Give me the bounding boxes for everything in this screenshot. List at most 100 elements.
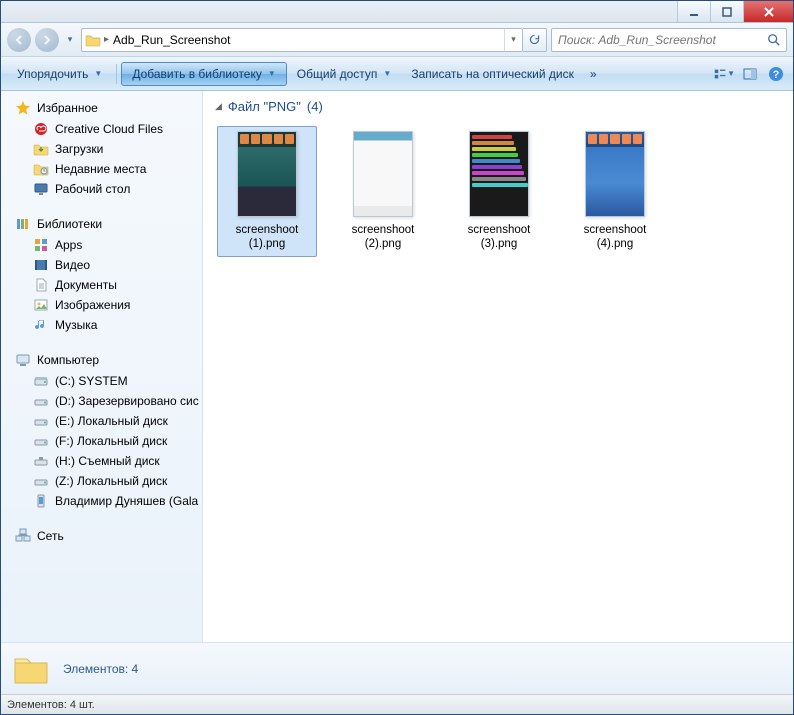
details-text: Элементов: 4	[63, 662, 138, 676]
recent-icon	[33, 161, 49, 177]
title-bar	[1, 1, 793, 23]
drive-usb-icon	[33, 453, 49, 469]
apps-icon	[33, 237, 49, 253]
computer-label: Компьютер	[37, 353, 99, 367]
burn-label: Записать на оптический диск	[411, 67, 574, 81]
search-box[interactable]	[551, 28, 787, 52]
refresh-button[interactable]	[523, 28, 547, 52]
separator	[116, 64, 117, 84]
sidebar-item-comp-3[interactable]: (F:) Локальный диск	[1, 431, 202, 451]
libraries-header[interactable]: Библиотеки	[1, 213, 202, 235]
drive-icon	[33, 393, 49, 409]
breadcrumb-current[interactable]: Adb_Run_Screenshot	[109, 33, 504, 47]
help-icon: ?	[768, 66, 784, 82]
burn-button[interactable]: Записать на оптический диск	[401, 62, 584, 86]
network-header[interactable]: Сеть	[1, 525, 202, 547]
drive-icon	[33, 473, 49, 489]
file-item-0[interactable]: screenshoot (1).png	[217, 126, 317, 257]
address-dropdown[interactable]: ▾	[504, 29, 522, 51]
sidebar-item-label: Владимир Дуняшев (Gala	[55, 494, 198, 508]
sidebar-item-label: (Z:) Локальный диск	[55, 474, 167, 488]
sidebar-item-comp-1[interactable]: (D:) Зарезервировано сис	[1, 391, 202, 411]
share-button[interactable]: Общий доступ▼	[287, 62, 402, 86]
collapse-icon: ◢	[215, 101, 222, 112]
include-library-button[interactable]: Добавить в библиотеку▼	[121, 62, 286, 86]
organize-button[interactable]: Упорядочить▼	[7, 62, 112, 86]
address-bar[interactable]: ▸ Adb_Run_Screenshot ▾	[81, 28, 523, 52]
computer-header[interactable]: Компьютер	[1, 349, 202, 371]
sidebar-item-lib-1[interactable]: Видео	[1, 255, 202, 275]
sidebar-item-comp-0[interactable]: (C:) SYSTEM	[1, 371, 202, 391]
search-input[interactable]	[552, 33, 762, 47]
close-button[interactable]	[743, 1, 793, 22]
sidebar-item-fav-2[interactable]: Недавние места	[1, 159, 202, 179]
file-name: screenshoot (4).png	[570, 223, 660, 252]
sidebar-item-lib-0[interactable]: Apps	[1, 235, 202, 255]
back-button[interactable]	[7, 28, 31, 52]
libraries-icon	[15, 216, 31, 232]
include-label: Добавить в библиотеку	[132, 67, 262, 81]
maximize-button[interactable]	[710, 1, 743, 22]
network-icon	[15, 528, 31, 544]
drive-icon	[33, 413, 49, 429]
thumbnail	[237, 131, 297, 217]
details-pane: Элементов: 4	[1, 642, 793, 694]
navigation-pane[interactable]: Избранное Creative Cloud FilesЗагрузки Не…	[1, 91, 203, 642]
sidebar-item-label: (E:) Локальный диск	[55, 414, 168, 428]
file-name: screenshoot (3).png	[454, 223, 544, 252]
navigation-bar: ▾ ▸ Adb_Run_Screenshot ▾	[1, 23, 793, 57]
file-name: screenshoot (2).png	[338, 223, 428, 252]
file-item-2[interactable]: screenshoot (3).png	[449, 126, 549, 257]
explorer-window: ▾ ▸ Adb_Run_Screenshot ▾ Упорядочить▼	[0, 0, 794, 715]
sidebar-item-lib-4[interactable]: Музыка	[1, 315, 202, 335]
search-icon[interactable]	[762, 33, 786, 47]
music-icon	[33, 317, 49, 333]
sidebar-item-lib-2[interactable]: Документы	[1, 275, 202, 295]
view-options-button[interactable]: ▼	[713, 63, 735, 85]
sidebar-item-label: Документы	[55, 278, 117, 292]
sidebar-item-label: (D:) Зарезервировано сис	[55, 394, 199, 408]
svg-text:?: ?	[773, 69, 780, 81]
folder-icon	[82, 33, 104, 47]
command-bar: Упорядочить▼ Добавить в библиотеку▼ Общи…	[1, 57, 793, 91]
sidebar-item-comp-5[interactable]: (Z:) Локальный диск	[1, 471, 202, 491]
arrow-left-icon	[13, 34, 25, 46]
sidebar-item-label: (C:) SYSTEM	[55, 374, 128, 388]
documents-icon	[33, 277, 49, 293]
sidebar-item-comp-4[interactable]: (H:) Съемный диск	[1, 451, 202, 471]
minimize-button[interactable]	[677, 1, 710, 22]
preview-pane-button[interactable]	[739, 63, 761, 85]
overflow-label: »	[590, 67, 597, 81]
status-bar: Элементов: 4 шт.	[1, 694, 793, 714]
forward-button[interactable]	[35, 28, 59, 52]
folder-large-icon	[11, 649, 51, 689]
history-dropdown[interactable]: ▾	[63, 28, 77, 52]
sidebar-item-comp-6[interactable]: Владимир Дуняшев (Gala	[1, 491, 202, 511]
drive-sys-icon	[33, 373, 49, 389]
sidebar-item-lib-3[interactable]: Изображения	[1, 295, 202, 315]
sidebar-item-label: Недавние места	[55, 162, 146, 176]
thumbnail	[469, 131, 529, 217]
favorites-group: Избранное Creative Cloud FilesЗагрузки Не…	[1, 97, 202, 199]
file-item-1[interactable]: screenshoot (2).png	[333, 126, 433, 257]
desktop-icon	[33, 181, 49, 197]
sidebar-item-fav-0[interactable]: Creative Cloud Files	[1, 119, 202, 139]
sidebar-item-fav-1[interactable]: Загрузки	[1, 139, 202, 159]
phone-icon	[33, 493, 49, 509]
favorites-label: Избранное	[37, 101, 98, 115]
sidebar-item-fav-3[interactable]: Рабочий стол	[1, 179, 202, 199]
sidebar-item-label: (F:) Локальный диск	[55, 434, 167, 448]
file-item-3[interactable]: screenshoot (4).png	[565, 126, 665, 257]
sidebar-item-comp-2[interactable]: (E:) Локальный диск	[1, 411, 202, 431]
help-button[interactable]: ?	[765, 63, 787, 85]
overflow-button[interactable]: »	[584, 62, 603, 86]
star-icon	[15, 100, 31, 116]
content-pane[interactable]: ◢ Файл "PNG" (4) screenshoot (1).png scre…	[203, 91, 793, 642]
arrow-right-icon	[41, 34, 53, 46]
file-name: screenshoot (1).png	[222, 223, 312, 252]
preview-icon	[742, 66, 758, 82]
favorites-header[interactable]: Избранное	[1, 97, 202, 119]
file-group-header[interactable]: ◢ Файл "PNG" (4)	[203, 91, 793, 122]
drive-icon	[33, 433, 49, 449]
pictures-icon	[33, 297, 49, 313]
